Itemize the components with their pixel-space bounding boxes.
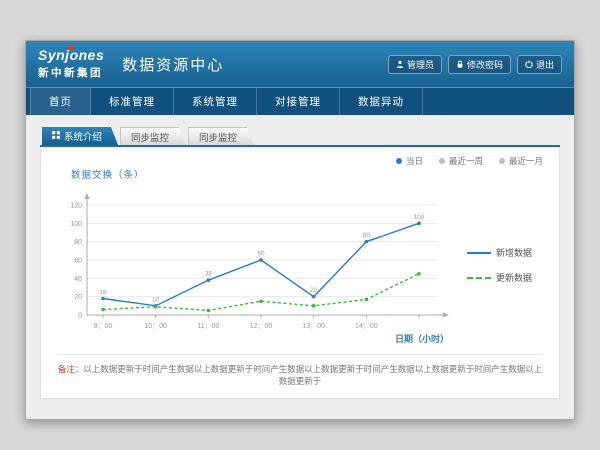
app-title: 数据资源中心	[122, 54, 224, 75]
svg-text:18: 18	[99, 289, 107, 296]
main-nav: 首页 标准管理 系统管理 对接管理 数据异动	[26, 87, 574, 115]
legend-today-dot	[396, 158, 402, 164]
tab-sync-monitor-2[interactable]: 同步监控	[188, 127, 254, 145]
legend-last-week[interactable]: 最近一周	[439, 155, 483, 167]
svg-text:20: 20	[74, 294, 82, 301]
grid-icon	[52, 131, 60, 142]
svg-text:13：00: 13：00	[302, 323, 325, 330]
footnote-label: 备注：	[58, 364, 84, 374]
content-area: 系统介绍 同步监控 同步监控 当日 最近一周	[26, 115, 574, 419]
svg-text:14：00: 14：00	[355, 323, 378, 330]
tab-sync-monitor-2-label: 同步监控	[199, 130, 237, 144]
legend-new-data[interactable]: 新增数据	[467, 246, 532, 259]
legend-last-month[interactable]: 最近一月	[499, 155, 543, 167]
logo-text-cn: 新中新集团	[38, 65, 104, 80]
svg-text:40: 40	[74, 276, 82, 283]
top-header: Synjones 新中新集团 数据资源中心 管理员 修改密码	[26, 41, 574, 87]
lock-icon	[456, 60, 464, 68]
footnote-text: 以上数据更新于时间产生数据以上数据更新于时间产生数据以上数据更新于时间产生数据以…	[83, 364, 542, 386]
svg-text:11：00: 11：00	[197, 323, 219, 330]
logout-button-label: 退出	[536, 58, 554, 71]
nav-item-data-change[interactable]: 数据异动	[340, 88, 423, 115]
brand-logo: Synjones 新中新集团	[38, 48, 104, 80]
svg-text:60: 60	[74, 258, 82, 265]
new-data-label: 新增数据	[496, 246, 532, 259]
nav-item-home[interactable]: 首页	[30, 88, 91, 115]
footnote: 备注：以上数据更新于时间产生数据以上数据更新于时间产生数据以上数据更新于时间产生…	[57, 354, 543, 388]
period-legend: 当日 最近一周 最近一月	[396, 155, 543, 167]
power-icon	[525, 60, 533, 68]
line-chart: 0 20 40 60 80 100 120 9：00 10：00 11：00 12：00 13：00 1…	[57, 183, 459, 347]
svg-text:60: 60	[257, 251, 265, 258]
user-icon	[396, 60, 404, 68]
svg-text:20: 20	[310, 287, 318, 294]
logo-dot-icon	[68, 45, 73, 50]
svg-text:10：00: 10：00	[144, 323, 167, 330]
nav-item-system-mgmt[interactable]: 系统管理	[174, 88, 257, 115]
svg-text:12：00: 12：00	[250, 323, 273, 330]
legend-today[interactable]: 当日	[396, 155, 423, 167]
change-password-button-label: 修改密码	[467, 58, 503, 71]
svg-text:9：00: 9：00	[94, 323, 113, 330]
chart-panel: 当日 最近一周 最近一月 数据交换（条） 0 20 40 60 80 100 120 9：00…	[40, 147, 560, 399]
y-axis-title: 数据交换（条）	[71, 167, 543, 181]
tab-sync-monitor-1[interactable]: 同步监控	[120, 127, 186, 145]
legend-last-week-dot	[439, 158, 445, 164]
svg-text:0: 0	[78, 313, 82, 320]
nav-item-standard-mgmt[interactable]: 标准管理	[91, 88, 174, 115]
svg-text:38: 38	[205, 271, 213, 278]
svg-text:80: 80	[363, 232, 371, 239]
legend-last-month-label: 最近一月	[509, 155, 543, 167]
tab-sync-monitor-1-label: 同步监控	[131, 130, 169, 144]
new-data-line-sample	[467, 252, 491, 254]
tab-system-intro[interactable]: 系统介绍	[42, 127, 118, 145]
svg-text:10: 10	[152, 296, 160, 303]
admin-button[interactable]: 管理员	[388, 55, 442, 74]
svg-text:日期（小时）: 日期（小时）	[395, 333, 449, 344]
updated-data-line-sample	[467, 277, 491, 279]
svg-text:80: 80	[74, 239, 82, 246]
tab-system-intro-label: 系统介绍	[64, 129, 102, 143]
logo-text-en: Synjones	[38, 48, 104, 63]
legend-last-week-label: 最近一周	[449, 155, 483, 167]
legend-today-label: 当日	[406, 155, 423, 167]
updated-data-label: 更新数据	[496, 271, 532, 284]
tab-bar: 系统介绍 同步监控 同步监控	[40, 127, 560, 147]
chart-row: 0 20 40 60 80 100 120 9：00 10：00 11：00 12：00 13：00 1…	[57, 183, 543, 347]
header-actions: 管理员 修改密码 退出	[388, 55, 562, 74]
legend-last-month-dot	[499, 158, 505, 164]
svg-text:120: 120	[70, 203, 82, 210]
series-legend: 新增数据 更新数据	[467, 246, 532, 284]
svg-text:100: 100	[414, 214, 425, 221]
legend-updated-data[interactable]: 更新数据	[467, 271, 532, 284]
change-password-button[interactable]: 修改密码	[448, 55, 511, 74]
nav-item-docking-mgmt[interactable]: 对接管理	[257, 88, 340, 115]
logout-button[interactable]: 退出	[517, 55, 562, 74]
svg-text:100: 100	[70, 221, 82, 228]
app-window: Synjones 新中新集团 数据资源中心 管理员 修改密码	[25, 40, 575, 420]
admin-button-label: 管理员	[407, 58, 434, 71]
